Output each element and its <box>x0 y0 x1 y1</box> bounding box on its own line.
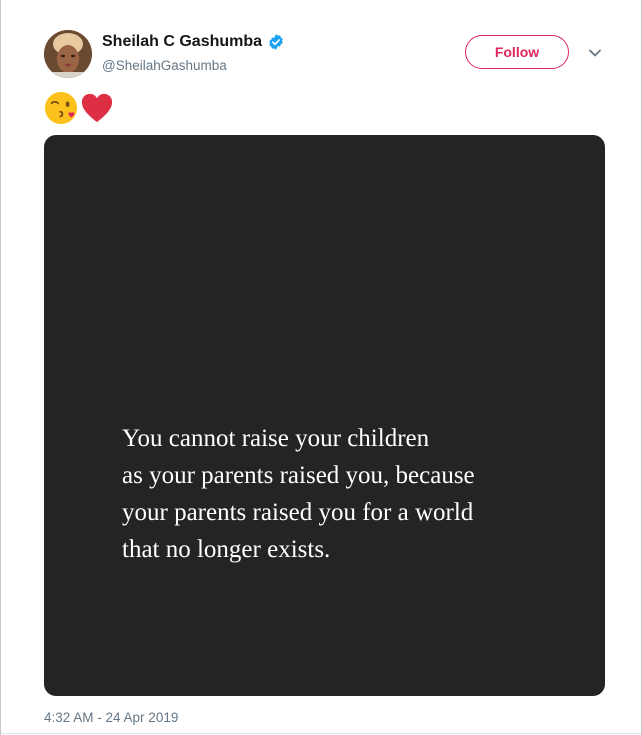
avatar-image <box>44 30 92 78</box>
quote-line: You cannot raise your children <box>122 425 430 452</box>
quote-line: as your parents raised you, because <box>122 462 475 489</box>
verified-badge-icon <box>269 34 283 50</box>
user-handle[interactable]: @SheilahGashumba <box>102 58 227 73</box>
quote-line: that no longer exists. <box>122 536 331 563</box>
winking-kiss-emoji-icon <box>44 91 78 125</box>
tweet-text <box>44 91 114 125</box>
quote-line: your parents raised you for a world <box>122 499 474 526</box>
media-quote-text: You cannot raise your children as your p… <box>122 420 542 568</box>
display-name[interactable]: Sheilah C Gashumba <box>102 33 262 51</box>
window-edge-left <box>0 0 1 735</box>
avatar[interactable] <box>44 30 92 78</box>
tweet-timestamp[interactable]: 4:32 AM - 24 Apr 2019 <box>44 710 178 725</box>
tweet-card: Sheilah C Gashumba @SheilahGashumba Foll… <box>0 0 642 734</box>
chevron-down-icon[interactable] <box>587 46 603 60</box>
follow-button[interactable]: Follow <box>465 35 569 69</box>
author-name-row[interactable]: Sheilah C Gashumba <box>102 33 285 51</box>
red-heart-emoji-icon <box>81 93 113 123</box>
tweet-media-image[interactable]: You cannot raise your children as your p… <box>44 135 605 696</box>
